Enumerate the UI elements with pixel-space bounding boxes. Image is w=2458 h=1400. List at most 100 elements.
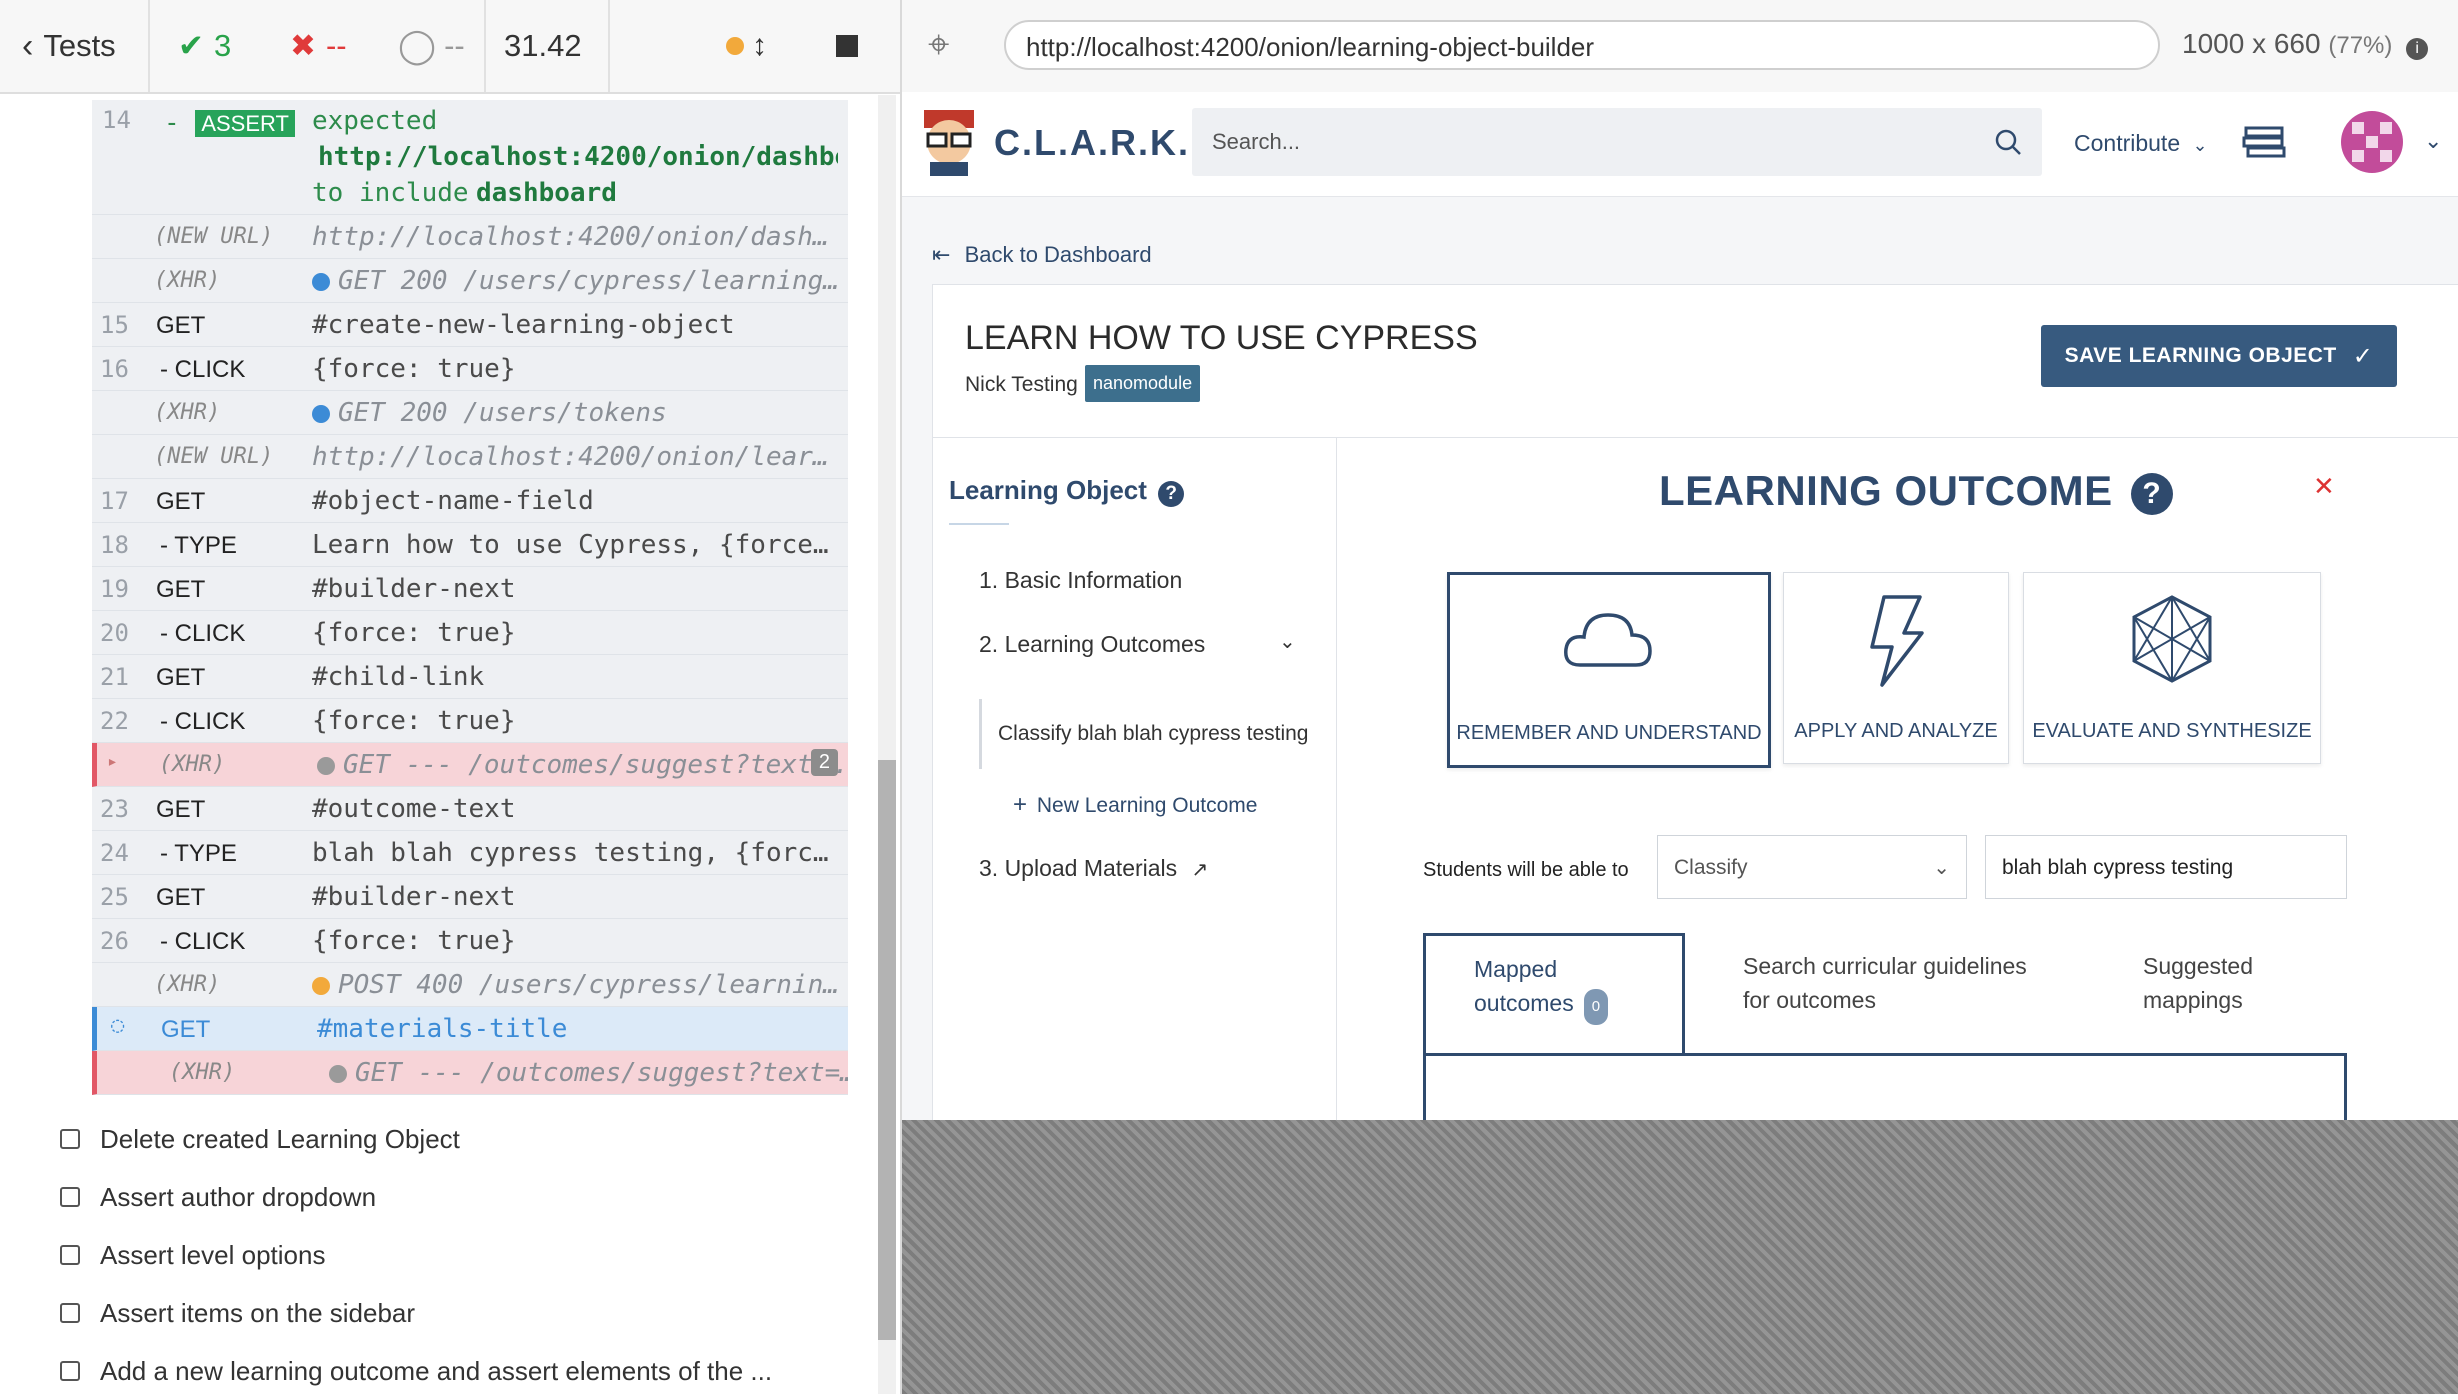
search-input[interactable]: Search... bbox=[1192, 108, 2042, 176]
test-item[interactable]: Delete created Learning Object bbox=[60, 1110, 860, 1168]
test-item[interactable]: Assert author dropdown bbox=[60, 1168, 860, 1226]
chevron-left-icon: ‹ bbox=[22, 26, 34, 65]
cypress-runner-panel: ‹ Tests ✔ 3 ✖ -- ◯ -- 31.42 ↕ 14 - ASSER bbox=[0, 0, 902, 1394]
selector-playground-icon[interactable]: ⌖ bbox=[928, 24, 949, 67]
mapped-count-badge: 0 bbox=[1583, 989, 1609, 1025]
check-icon: ✓ bbox=[2352, 342, 2374, 370]
app-navbar: C.L.A.R.K. Search... Contribute ⌄ ⌄ bbox=[902, 92, 2458, 197]
command-row[interactable]: 18 - TYPE Learn how to use Cypress, {for… bbox=[92, 523, 848, 567]
test-list: Delete created Learning Object Assert au… bbox=[60, 1110, 860, 1400]
category-evaluate-synthesize[interactable]: EVALUATE AND SYNTHESIZE bbox=[2023, 572, 2321, 764]
command-row-xhr-error[interactable]: ▸ (XHR) GET --- /outcomes/suggest?text=…… bbox=[92, 743, 848, 787]
tab-search-guidelines[interactable]: Search curricular guidelines for outcome… bbox=[1743, 949, 2027, 1017]
test-item[interactable]: Assert items on the sidebar bbox=[60, 1284, 860, 1342]
sidebar-item-learning-outcomes[interactable]: 2. Learning Outcomes ⌄ bbox=[979, 631, 1296, 658]
spinner-icon: ◌ bbox=[111, 1013, 125, 1038]
app-viewport: C.L.A.R.K. Search... Contribute ⌄ ⌄ ⇤ Ba… bbox=[902, 92, 2458, 1120]
command-row[interactable]: 17 GET #object-name-field bbox=[92, 479, 848, 523]
external-link-icon: ↗ bbox=[1191, 859, 1209, 881]
category-remember-understand[interactable]: REMEMBER AND UNDERSTAND bbox=[1447, 572, 1771, 768]
search-icon[interactable] bbox=[1994, 128, 2022, 156]
test-status-icon bbox=[60, 1245, 80, 1265]
back-to-dashboard-link[interactable]: ⇤ Back to Dashboard bbox=[932, 242, 1152, 268]
mapped-outcomes-panel bbox=[1423, 1053, 2347, 1120]
info-icon[interactable]: i bbox=[2406, 38, 2429, 60]
cross-icon: ✖ bbox=[290, 28, 316, 63]
chevron-down-icon: ⌄ bbox=[2192, 135, 2208, 155]
command-row[interactable]: 20 - CLICK {force: true} bbox=[92, 611, 848, 655]
command-row[interactable]: (XHR) POST 400 /users/cypress/learning-… bbox=[92, 963, 848, 1007]
running-indicator-icon bbox=[726, 37, 744, 55]
chevron-down-icon: ⌄ bbox=[1279, 631, 1296, 653]
arrow-left-bar-icon: ⇤ bbox=[932, 242, 951, 267]
app-logo[interactable]: C.L.A.R.K. bbox=[994, 122, 1190, 164]
library-books-icon[interactable] bbox=[2242, 122, 2288, 162]
command-row-active[interactable]: ◌ GET #materials-title bbox=[92, 1007, 848, 1051]
command-row[interactable]: (NEW URL) http://localhost:4200/onion/le… bbox=[92, 435, 848, 479]
outcome-title: LEARNING OUTCOME ? bbox=[1659, 467, 2173, 515]
command-row-xhr-error[interactable]: (XHR) GET --- /outcomes/suggest?text=b… bbox=[92, 1051, 848, 1095]
avatar[interactable] bbox=[2340, 110, 2404, 174]
failed-count: ✖ -- bbox=[290, 28, 347, 63]
lightning-bolt-icon bbox=[1870, 595, 1924, 687]
pending-count: ◯ -- bbox=[398, 27, 465, 65]
command-row[interactable]: 23 GET #outcome-text bbox=[92, 787, 848, 831]
command-log: 14 - ASSERT expected http://localhost:42… bbox=[92, 100, 848, 1095]
tab-suggested-mappings[interactable]: Suggested mappings bbox=[2143, 949, 2253, 1017]
delete-outcome-button[interactable]: ✕ bbox=[2313, 471, 2335, 502]
tab-mapped-outcomes[interactable]: Mapped outcomes 0 bbox=[1423, 933, 1685, 1053]
xhr-status-icon bbox=[312, 977, 330, 995]
test-item[interactable]: Add a new learning outcome and assert el… bbox=[60, 1342, 860, 1400]
xhr-status-icon bbox=[312, 405, 330, 423]
assert-command[interactable]: 14 - ASSERT expected http://localhost:42… bbox=[92, 100, 848, 215]
scrollbar-thumb[interactable] bbox=[878, 760, 896, 1340]
url-bar[interactable]: http://localhost:4200/onion/learning-obj… bbox=[1004, 20, 2160, 70]
sidebar-sub-item-outcome[interactable]: Classify blah blah cypress testing bbox=[979, 699, 1308, 769]
command-row[interactable]: 24 - TYPE blah blah cypress testing, {fo… bbox=[92, 831, 848, 875]
cloud-icon bbox=[1564, 613, 1652, 667]
command-row[interactable]: 25 GET #builder-next bbox=[92, 875, 848, 919]
verb-select[interactable]: Classify ⌄ bbox=[1657, 835, 1967, 899]
command-row[interactable]: (XHR) GET 200 /users/cypress/learning-o… bbox=[92, 259, 848, 303]
chevron-down-icon[interactable]: ⌄ bbox=[2424, 128, 2442, 154]
sidebar-item-basic-information[interactable]: 1. Basic Information bbox=[979, 567, 1182, 594]
duration: 31.42 bbox=[504, 28, 582, 63]
xhr-status-icon bbox=[312, 273, 330, 291]
command-row[interactable]: 15 GET #create-new-learning-object bbox=[92, 303, 848, 347]
category-apply-analyze[interactable]: APPLY AND ANALYZE bbox=[1783, 572, 2009, 764]
command-row[interactable]: 16 - CLICK {force: true} bbox=[92, 347, 848, 391]
aut-toolbar: ⌖ http://localhost:4200/onion/learning-o… bbox=[902, 0, 2458, 94]
length-badge: nanomodule bbox=[1085, 365, 1201, 402]
test-status-icon bbox=[60, 1361, 80, 1381]
help-icon[interactable]: ? bbox=[1158, 481, 1185, 507]
stop-button[interactable] bbox=[836, 0, 858, 92]
command-row[interactable]: (NEW URL) http://localhost:4200/onion/da… bbox=[92, 215, 848, 259]
check-icon: ✔ bbox=[178, 28, 204, 63]
caret-right-icon: ▸ bbox=[107, 751, 118, 772]
test-item[interactable]: Assert level options bbox=[60, 1226, 860, 1284]
back-to-tests-button[interactable]: ‹ Tests bbox=[22, 0, 116, 92]
runner-toolbar: ‹ Tests ✔ 3 ✖ -- ◯ -- 31.42 ↕ bbox=[0, 0, 900, 94]
contribute-dropdown[interactable]: Contribute ⌄ bbox=[2074, 130, 2208, 157]
command-row[interactable]: 21 GET #child-link bbox=[92, 655, 848, 699]
new-learning-outcome-button[interactable]: + New Learning Outcome bbox=[1013, 791, 1257, 819]
tests-label: Tests bbox=[43, 28, 116, 63]
xhr-status-icon bbox=[317, 757, 335, 775]
runner-scrollbar[interactable] bbox=[878, 95, 896, 1394]
help-icon[interactable]: ? bbox=[2130, 473, 2173, 515]
command-row[interactable]: (XHR) GET 200 /users/tokens bbox=[92, 391, 848, 435]
auto-scroll-toggle[interactable]: ↕ bbox=[726, 0, 767, 92]
command-row[interactable]: 19 GET #builder-next bbox=[92, 567, 848, 611]
chevron-down-icon: ⌄ bbox=[1933, 857, 1950, 879]
test-status-icon bbox=[60, 1303, 80, 1323]
clark-mascot-icon[interactable] bbox=[918, 106, 980, 176]
pending-circle-icon: ◯ bbox=[398, 27, 437, 65]
command-row[interactable]: 26 - CLICK {force: true} bbox=[92, 919, 848, 963]
outcome-text-field[interactable]: blah blah cypress testing bbox=[1985, 835, 2347, 899]
sidebar-item-upload-materials[interactable]: 3. Upload Materials ↗ bbox=[979, 855, 1208, 882]
sidebar-title: Learning Object ? bbox=[949, 475, 1185, 507]
save-learning-object-button[interactable]: SAVE LEARNING OBJECT ✓ bbox=[2041, 325, 2397, 387]
stop-icon bbox=[836, 35, 858, 57]
author-name: Nick Testing bbox=[965, 373, 1078, 396]
command-row[interactable]: 22 - CLICK {force: true} bbox=[92, 699, 848, 743]
